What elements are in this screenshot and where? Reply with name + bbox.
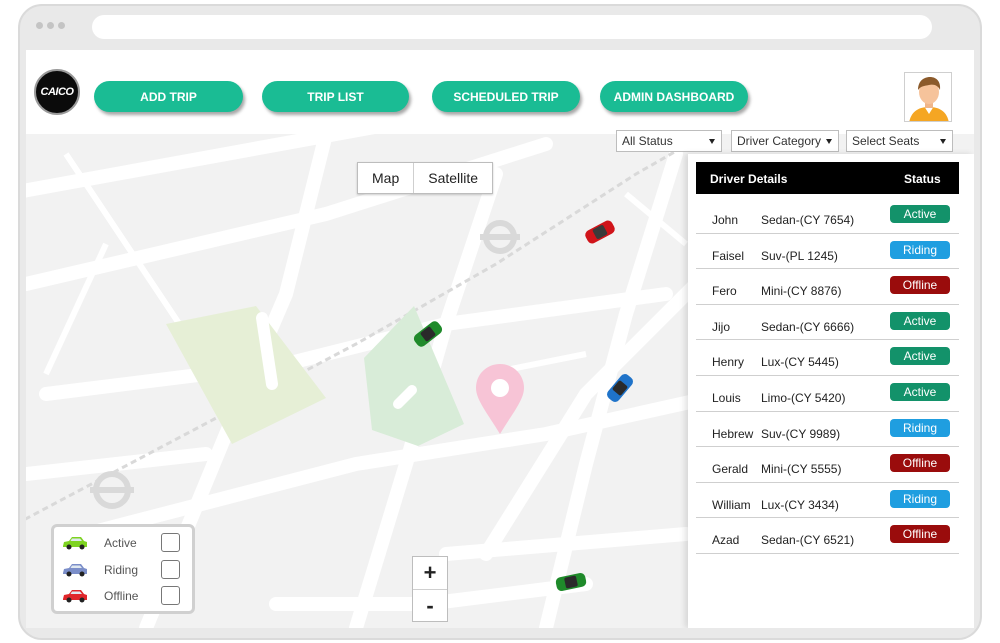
table-row[interactable]: Fero Mini-(CY 8876) Offline xyxy=(696,269,959,305)
driver-vehicle: Sedan-(CY 6666) xyxy=(761,319,855,334)
driver-vehicle: Mini-(CY 5555) xyxy=(761,462,842,477)
driver-name: Gerald xyxy=(712,462,749,477)
driver-name: William xyxy=(712,497,751,512)
driver-name: Azad xyxy=(712,533,740,548)
driver-vehicle: Sedan-(CY 6521) xyxy=(761,533,855,548)
map-type-map-button[interactable]: Map xyxy=(358,163,413,193)
admin-dashboard-button[interactable]: ADMIN DASHBOARD xyxy=(600,81,748,112)
driver-vehicle: Lux-(CY 5445) xyxy=(761,355,839,370)
driver-category-filter[interactable]: Driver Category xyxy=(731,130,839,152)
table-row[interactable]: Jijo Sedan-(CY 6666) Active xyxy=(696,305,959,341)
driver-details-panel: Driver Details Status John Sedan-(CY 7654… xyxy=(688,154,974,628)
legend-item-offline: Offline xyxy=(62,586,184,606)
seats-filter-value: Select Seats xyxy=(852,134,920,148)
table-row[interactable]: Hebrew Suv-(CY 9989) Riding xyxy=(696,412,959,448)
status-filter-value: All Status xyxy=(622,134,673,148)
driver-vehicle: Limo-(CY 5420) xyxy=(761,391,846,405)
table-row[interactable]: William Lux-(CY 3434) Riding xyxy=(696,483,959,519)
legend-label: Offline xyxy=(104,589,139,603)
legend-label: Riding xyxy=(104,562,139,577)
status-badge[interactable]: Active xyxy=(890,383,950,401)
map-type-satellite-button[interactable]: Satellite xyxy=(414,163,492,193)
driver-vehicle: Lux-(CY 3434) xyxy=(761,497,839,512)
driver-table-header: Driver Details Status xyxy=(696,162,959,194)
scheduled-trip-button[interactable]: SCHEDULED TRIP xyxy=(432,81,580,112)
trip-list-button[interactable]: TRIP LIST xyxy=(262,81,409,112)
status-filter[interactable]: All Status xyxy=(616,130,722,152)
legend-checkbox-active[interactable] xyxy=(161,533,180,552)
legend-label: Active xyxy=(104,536,137,550)
table-row[interactable]: Faisel Suv-(PL 1245) Riding xyxy=(696,234,959,270)
driver-details-heading: Driver Details xyxy=(710,172,788,186)
avatar[interactable] xyxy=(904,72,952,122)
status-badge[interactable]: Offline xyxy=(890,525,950,544)
chevron-down-icon xyxy=(709,139,715,144)
driver-name: Henry xyxy=(712,355,745,370)
window-dots xyxy=(36,22,65,29)
add-trip-button[interactable]: ADD TRIP xyxy=(94,81,243,112)
chevron-down-icon xyxy=(940,139,946,144)
status-badge[interactable]: Active xyxy=(890,347,950,366)
address-bar[interactable] xyxy=(92,15,932,39)
window-dot xyxy=(58,22,65,29)
table-row[interactable]: Henry Lux-(CY 5445) Active xyxy=(696,340,959,376)
car-icon xyxy=(63,563,87,576)
driver-name: John xyxy=(712,213,739,227)
legend-checkbox-riding[interactable] xyxy=(161,559,180,579)
map-legend: Active Riding Offline xyxy=(51,524,195,614)
table-row[interactable]: John Sedan-(CY 7654) Active xyxy=(696,198,959,234)
window-dot xyxy=(47,22,54,29)
window-dot xyxy=(36,22,43,29)
driver-vehicle: Mini-(CY 8876) xyxy=(761,284,842,299)
driver-vehicle: Sedan-(CY 7654) xyxy=(761,213,855,227)
status-badge[interactable]: Riding xyxy=(890,418,950,437)
driver-vehicle: Suv-(PL 1245) xyxy=(761,248,838,263)
table-row[interactable]: Louis Limo-(CY 5420) Active xyxy=(696,376,959,412)
status-badge[interactable]: Active xyxy=(890,205,950,223)
driver-category-filter-value: Driver Category xyxy=(737,134,822,148)
driver-name: Hebrew xyxy=(712,426,754,441)
legend-item-riding: Riding xyxy=(62,559,184,580)
driver-name: Faisel xyxy=(712,248,745,263)
legend-item-active: Active xyxy=(62,533,184,553)
app-container: CAICO ADD TRIP TRIP LIST SCHEDULED TRIP … xyxy=(26,50,974,628)
driver-vehicle: Suv-(CY 9989) xyxy=(761,426,841,441)
seats-filter[interactable]: Select Seats xyxy=(846,130,953,152)
status-badge[interactable]: Active xyxy=(890,311,950,330)
app-logo[interactable]: CAICO xyxy=(34,69,80,115)
driver-name: Fero xyxy=(712,284,737,299)
car-icon xyxy=(63,537,87,550)
browser-chrome xyxy=(20,6,980,52)
top-navigation: CAICO ADD TRIP TRIP LIST SCHEDULED TRIP … xyxy=(26,50,974,134)
user-avatar-icon xyxy=(909,77,949,121)
status-badge[interactable]: Offline xyxy=(890,276,950,295)
table-row[interactable]: Azad Sedan-(CY 6521) Offline xyxy=(696,518,959,554)
status-heading: Status xyxy=(904,172,941,186)
zoom-in-button[interactable]: + xyxy=(413,557,447,589)
chevron-down-icon xyxy=(826,139,832,144)
driver-name: Louis xyxy=(712,391,741,405)
zoom-control: + - xyxy=(412,556,448,622)
map-type-toggle: Map Satellite xyxy=(357,162,494,194)
status-badge[interactable]: Riding xyxy=(890,240,950,259)
table-row[interactable]: Gerald Mini-(CY 5555) Offline xyxy=(696,447,959,483)
status-badge[interactable]: Riding xyxy=(890,489,950,508)
status-badge[interactable]: Offline xyxy=(890,454,950,473)
car-icon xyxy=(63,590,87,603)
zoom-out-button[interactable]: - xyxy=(413,590,447,622)
driver-name: Jijo xyxy=(712,319,731,334)
legend-checkbox-offline[interactable] xyxy=(161,586,180,605)
